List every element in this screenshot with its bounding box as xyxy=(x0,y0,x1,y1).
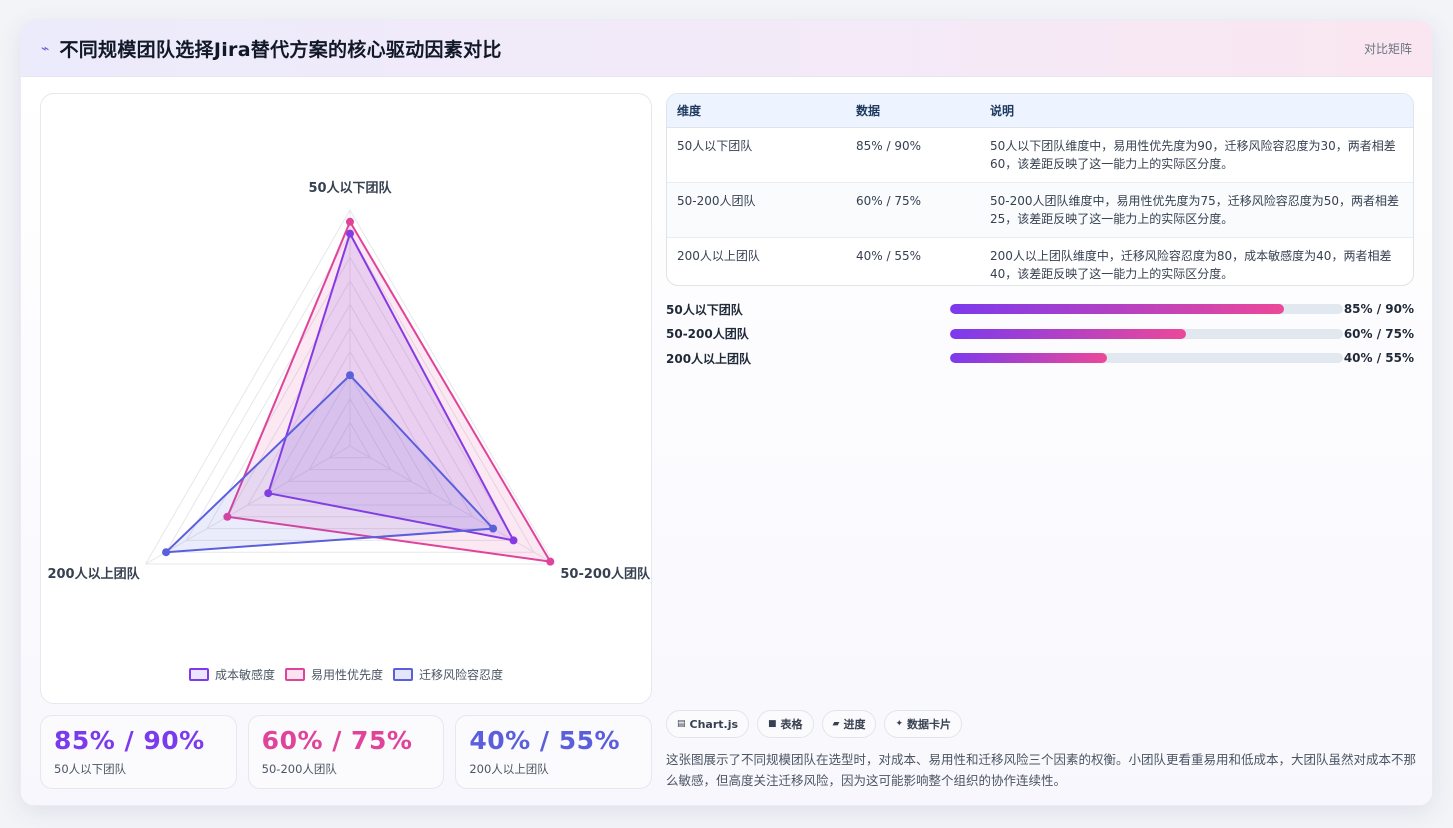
chip-label: 表格 xyxy=(780,718,803,731)
radar-chart: 50人以下团队 50-200人团队 200人以上团队 xyxy=(47,180,651,582)
table-cell: 200人以上团队维度中，迁移风险容忍度为80，成本敏感度为40，两者相差40，该… xyxy=(990,248,1392,281)
table-cell: 50-200人团队 xyxy=(667,182,846,238)
progress-row: 50人以下团队 85% / 90% xyxy=(666,297,1414,322)
legend-swatch xyxy=(284,668,305,681)
table-cell: 40% / 55% xyxy=(856,248,922,263)
progress-fill xyxy=(950,328,1186,339)
table-cell: 85% / 90% xyxy=(846,127,980,183)
kpi-card: 40% / 55% 200人以上团队 xyxy=(455,715,653,789)
table-header-data: 数据 xyxy=(846,94,980,128)
table-row: 50-200人团队 60% / 75% 50-200人团队维度中，易用性优先度为… xyxy=(667,182,1413,238)
radar-axis-label: 50人以下团队 xyxy=(308,180,392,196)
chip-progress[interactable]: ▰ 进度 xyxy=(821,710,877,738)
kpi-label: 50-200人团队 xyxy=(261,762,337,776)
kpi-card: 85% / 90% 50人以下团队 xyxy=(40,715,237,789)
chip-chart[interactable]: ▤ Chart.js xyxy=(666,710,750,738)
progress-label: 50人以下团队 xyxy=(666,302,743,317)
chart-description: 这张图展示了不同规模团队在选型时，对成本、易用性和迁移风险三个因素的权衡。小团队… xyxy=(666,752,1417,788)
kpi-value: 85% / 90% xyxy=(54,726,205,755)
progress-fill xyxy=(950,353,1108,364)
pulse-icon: ⌁ xyxy=(41,40,50,57)
progress-value: 85% / 90% xyxy=(1343,302,1414,317)
progress-track xyxy=(950,353,1343,364)
table-row: 50人以下团队 85% / 90% 50人以下团队维度中，易用性优先度为90，迁… xyxy=(667,127,1413,183)
progress-bars: 50人以下团队 85% / 90% 50-200人团队 60% / 75% 20… xyxy=(666,297,1414,371)
radar-point xyxy=(346,371,354,380)
table-header-dimension: 维度 xyxy=(667,94,846,128)
table-cell: 200人以上团队 xyxy=(677,248,760,263)
kpi-value: 60% / 75% xyxy=(261,726,413,755)
table-cell: 50-200人团队维度中，易用性优先度为75，迁移风险容忍度为50，两者相差25… xyxy=(980,182,1413,238)
kpi-card: 60% / 75% 50-200人团队 xyxy=(247,715,445,789)
data-table: 维度 数据 说明 50人以下团队 85% / 90% 50人以下团队维度中，易用… xyxy=(666,93,1414,286)
radar-point xyxy=(489,524,498,533)
radar-chart-panel: 50人以下团队 50-200人团队 200人以上团队 成本敏感度 易用性优先度 迁移风险… xyxy=(40,93,652,704)
kpi-label: 50人以下团队 xyxy=(54,762,127,776)
chart-icon: ▤ xyxy=(677,719,686,729)
legend-label: 易用性优先度 xyxy=(310,668,383,682)
card-icon: ✦ xyxy=(895,719,904,729)
table-icon: ■ xyxy=(768,719,777,729)
chip-label: 数据卡片 xyxy=(907,718,952,731)
chip-card[interactable]: ✦ 数据卡片 xyxy=(884,710,963,738)
kpi-value: 40% / 55% xyxy=(469,726,621,755)
table-cell: 60% / 75% xyxy=(846,182,980,238)
chip-label: 进度 xyxy=(843,718,866,731)
chip-table[interactable]: ■ 表格 xyxy=(757,710,814,738)
radar-point xyxy=(346,217,354,226)
radar-point xyxy=(546,557,555,566)
progress-fill xyxy=(950,304,1285,315)
progress-value: 40% / 55% xyxy=(1343,351,1414,366)
header-tag: 对比矩阵 xyxy=(1363,42,1412,56)
table-header-description: 说明 xyxy=(980,94,1413,128)
table-row: 200人以上团队 40% / 55% 200人以上团队维度中，迁移风险容忍度为8… xyxy=(667,237,1413,285)
progress-row: 200人以上团队 40% / 55% xyxy=(666,346,1414,371)
legend-label: 迁移风险容忍度 xyxy=(419,668,504,682)
progress-track xyxy=(950,328,1343,339)
tag-chips: ▤ Chart.js ■ 表格 ▰ 进度 ✦ 数据卡片 xyxy=(666,710,963,738)
kpi-cards: 85% / 90% 50人以下团队 60% / 75% 50-200人团队 40% / … xyxy=(40,715,653,789)
chip-label: Chart.js xyxy=(689,717,739,731)
radar-point xyxy=(162,548,171,557)
chart-legend: 成本敏感度 易用性优先度 迁移风险容忍度 xyxy=(41,666,651,683)
legend-swatch xyxy=(393,668,413,681)
legend-label: 成本敏感度 xyxy=(214,668,275,682)
table-cell: 50人以下团队维度中，易用性优先度为90，迁移风险容忍度为30，两者相差60，该… xyxy=(980,127,1413,183)
progress-label: 200人以上团队 xyxy=(666,351,752,366)
legend-item[interactable]: 迁移风险容忍度 xyxy=(393,666,503,683)
page-title: 不同规模团队选择Jira替代方案的核心驱动因素对比 xyxy=(59,39,502,61)
header-bar: ⌁ 不同规模团队选择Jira替代方案的核心驱动因素对比 对比矩阵 xyxy=(21,21,1432,77)
progress-row: 50-200人团队 60% / 75% xyxy=(666,322,1414,347)
radar-axis-label: 50-200人团队 xyxy=(560,566,651,582)
kpi-label: 200人以上团队 xyxy=(469,762,549,776)
radar-axis-label: 200人以上团队 xyxy=(47,566,140,582)
main-card: ⌁ 不同规模团队选择Jira替代方案的核心驱动因素对比 对比矩阵 50人以下团队… xyxy=(20,20,1433,806)
progress-track xyxy=(950,304,1343,315)
legend-item[interactable]: 成本敏感度 xyxy=(188,666,275,683)
progress-label: 50-200人团队 xyxy=(666,327,749,342)
legend-item[interactable]: 易用性优先度 xyxy=(284,666,383,683)
progress-value: 60% / 75% xyxy=(1343,326,1414,341)
progress-icon: ▰ xyxy=(832,719,840,729)
legend-swatch xyxy=(188,668,209,681)
table-cell: 50人以下团队 xyxy=(667,127,846,183)
